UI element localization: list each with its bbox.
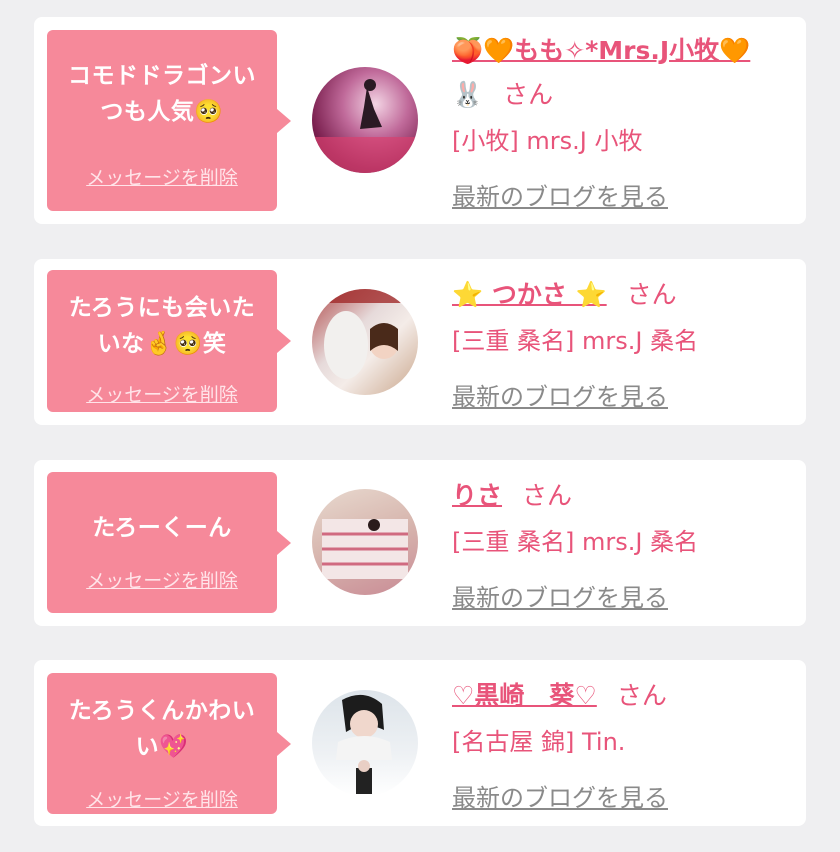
avatar-photo bbox=[336, 694, 392, 794]
message-text: コモドドラゴンい つも人気🥺 bbox=[68, 63, 256, 125]
user-name-link-cont[interactable]: 🐰 bbox=[452, 80, 483, 109]
delete-message-link[interactable]: メッセージを削除 bbox=[47, 163, 277, 190]
avatar[interactable] bbox=[312, 67, 418, 173]
shop-label: [三重 桑名] mrs.J 桑名 bbox=[452, 528, 699, 556]
message-bubble: たろうにも会いた いな🤞🥺笑 メッセージを削除 bbox=[47, 270, 291, 412]
delete-message-link[interactable]: メッセージを削除 bbox=[47, 785, 277, 812]
message-card: たろーくーん メッセージを削除 りさ さん [三重 桑名] mrs.J 桑名 最新… bbox=[34, 460, 806, 626]
latest-blog-link[interactable]: 最新のブログを見る bbox=[452, 377, 668, 412]
message-bubble: たろーくーん メッセージを削除 bbox=[47, 472, 291, 613]
honorific-label: さん bbox=[503, 80, 554, 109]
user-name-line: ♡黒崎 葵♡ さん bbox=[452, 676, 667, 712]
user-name-line-2: 🐰 さん bbox=[452, 75, 553, 111]
message-text: たろうくんかわい い💖 bbox=[68, 698, 256, 760]
avatar[interactable] bbox=[312, 289, 418, 395]
latest-blog-link[interactable]: 最新のブログを見る bbox=[452, 578, 668, 613]
honorific-label: さん bbox=[522, 481, 573, 510]
message-card: コモドドラゴンい つも人気🥺 メッセージを削除 🍑🧡もも✧*Mrs.J小牧🧡 🐰… bbox=[34, 17, 806, 224]
user-name-link[interactable]: ⭐ つかさ ⭐ bbox=[452, 280, 607, 309]
delete-message-link[interactable]: メッセージを削除 bbox=[47, 380, 277, 407]
latest-blog-link[interactable]: 最新のブログを見る bbox=[452, 177, 668, 212]
delete-message-link[interactable]: メッセージを削除 bbox=[47, 566, 277, 593]
avatar[interactable] bbox=[312, 489, 418, 595]
avatar[interactable] bbox=[312, 690, 418, 796]
message-bubble: コモドドラゴンい つも人気🥺 メッセージを削除 bbox=[47, 30, 291, 211]
shop-label: [名古屋 錦] Tin. bbox=[452, 728, 626, 756]
avatar-photo bbox=[312, 79, 418, 173]
user-name-link[interactable]: ♡黒崎 葵♡ bbox=[452, 681, 597, 710]
shop-label: [三重 桑名] mrs.J 桑名 bbox=[452, 327, 699, 355]
user-name-link[interactable]: りさ bbox=[452, 481, 502, 510]
user-name-line: 🍑🧡もも✧*Mrs.J小牧🧡 bbox=[452, 31, 750, 67]
message-card: たろうにも会いた いな🤞🥺笑 メッセージを削除 ⭐ つかさ ⭐ さん [三重 桑名… bbox=[34, 259, 806, 425]
message-text: たろーくーん bbox=[92, 515, 232, 541]
user-name-line: ⭐ つかさ ⭐ さん bbox=[452, 275, 677, 311]
user-name-link[interactable]: 🍑🧡もも✧*Mrs.J小牧🧡 bbox=[452, 36, 750, 65]
avatar-photo bbox=[312, 289, 418, 379]
message-card: たろうくんかわい い💖 メッセージを削除 ♡黒崎 葵♡ さん [名古屋 錦] Ti… bbox=[34, 660, 806, 826]
honorific-label: さん bbox=[616, 681, 667, 710]
message-text: たろうにも会いた いな🤞🥺笑 bbox=[68, 295, 256, 357]
shop-label: [小牧] mrs.J 小牧 bbox=[452, 127, 643, 155]
latest-blog-link[interactable]: 最新のブログを見る bbox=[452, 778, 668, 813]
message-bubble: たろうくんかわい い💖 メッセージを削除 bbox=[47, 673, 291, 814]
avatar-photo bbox=[322, 519, 408, 579]
honorific-label: さん bbox=[626, 280, 677, 309]
user-name-line: りさ さん bbox=[452, 476, 572, 512]
